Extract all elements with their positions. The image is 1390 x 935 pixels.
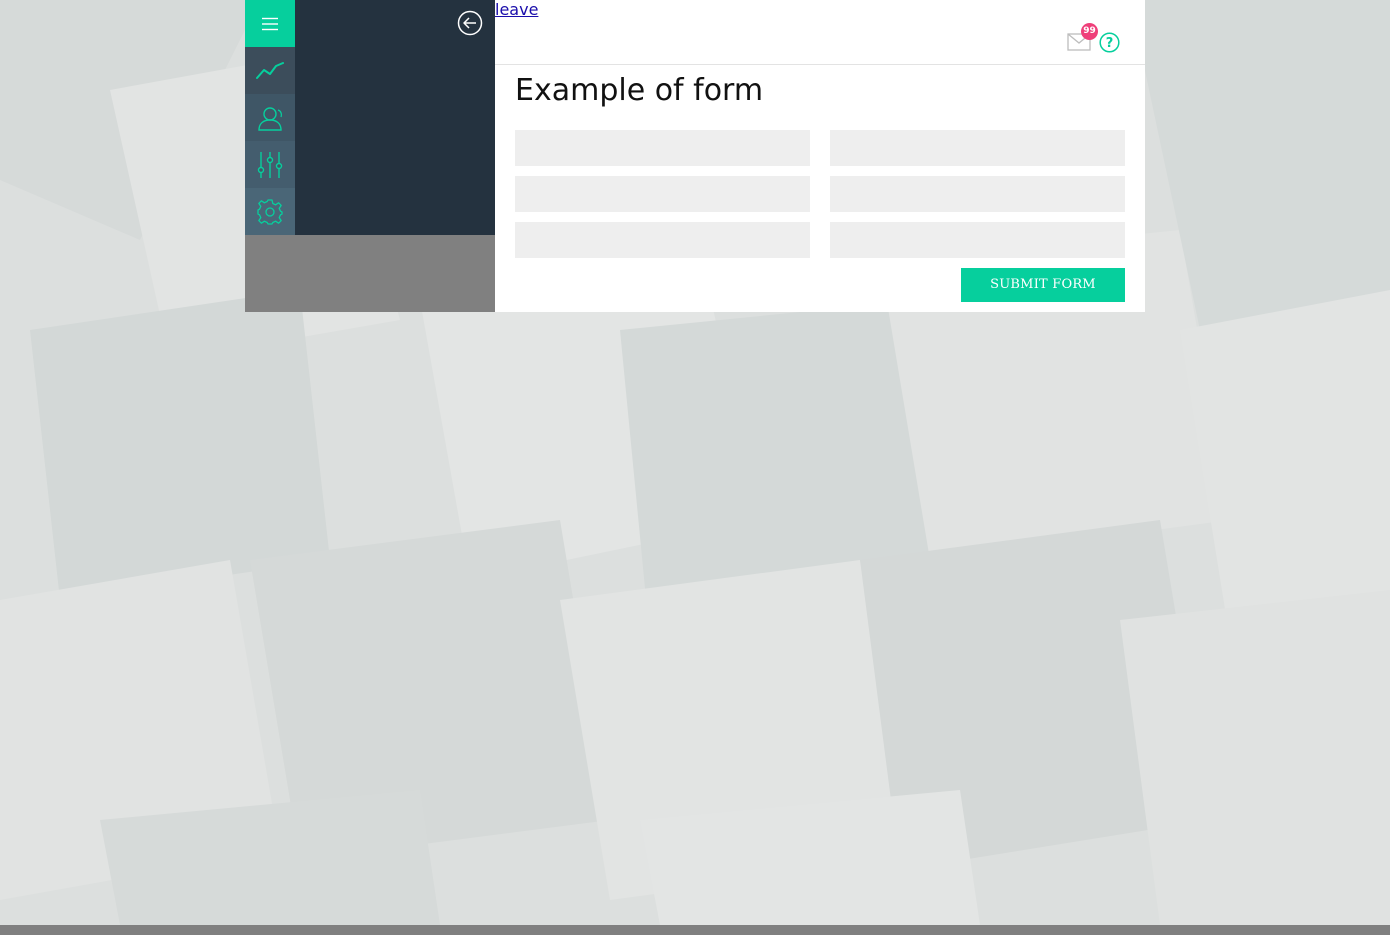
sidebar-footer — [245, 235, 495, 312]
svg-text:?: ? — [1106, 36, 1114, 51]
sidebar-panel — [295, 0, 495, 235]
user-icon — [258, 106, 282, 131]
app-window: leave 99 ? Example of form SUBMIT FORM — [245, 0, 1145, 312]
chart-line-icon — [256, 61, 284, 79]
form-field-1[interactable] — [515, 130, 810, 166]
notification-badge: 99 — [1081, 23, 1098, 40]
leave-link[interactable]: leave — [495, 0, 538, 20]
form-field-6[interactable] — [830, 222, 1125, 258]
sidebar-item-analytics[interactable] — [245, 47, 295, 94]
main-content: leave 99 ? Example of form SUBMIT FORM — [495, 0, 1145, 312]
menu-button[interactable] — [245, 0, 295, 47]
header-divider — [495, 64, 1145, 65]
gear-icon — [257, 198, 283, 225]
bottom-bar — [0, 925, 1390, 935]
form-field-3[interactable] — [515, 176, 810, 212]
sidebar-item-settings[interactable] — [245, 188, 295, 235]
sidebar-item-users[interactable] — [245, 94, 295, 141]
menu-icon — [262, 17, 278, 30]
icon-rail — [245, 0, 295, 235]
form-field-4[interactable] — [830, 176, 1125, 212]
form-field-2[interactable] — [830, 130, 1125, 166]
sliders-icon — [257, 151, 283, 178]
form-field-5[interactable] — [515, 222, 810, 258]
sidebar-item-controls[interactable] — [245, 141, 295, 188]
help-icon[interactable]: ? — [1099, 32, 1120, 53]
arrow-left-circle-icon[interactable] — [457, 10, 483, 36]
submit-form-button[interactable]: SUBMIT FORM — [961, 268, 1125, 302]
page-title: Example of form — [515, 73, 764, 108]
